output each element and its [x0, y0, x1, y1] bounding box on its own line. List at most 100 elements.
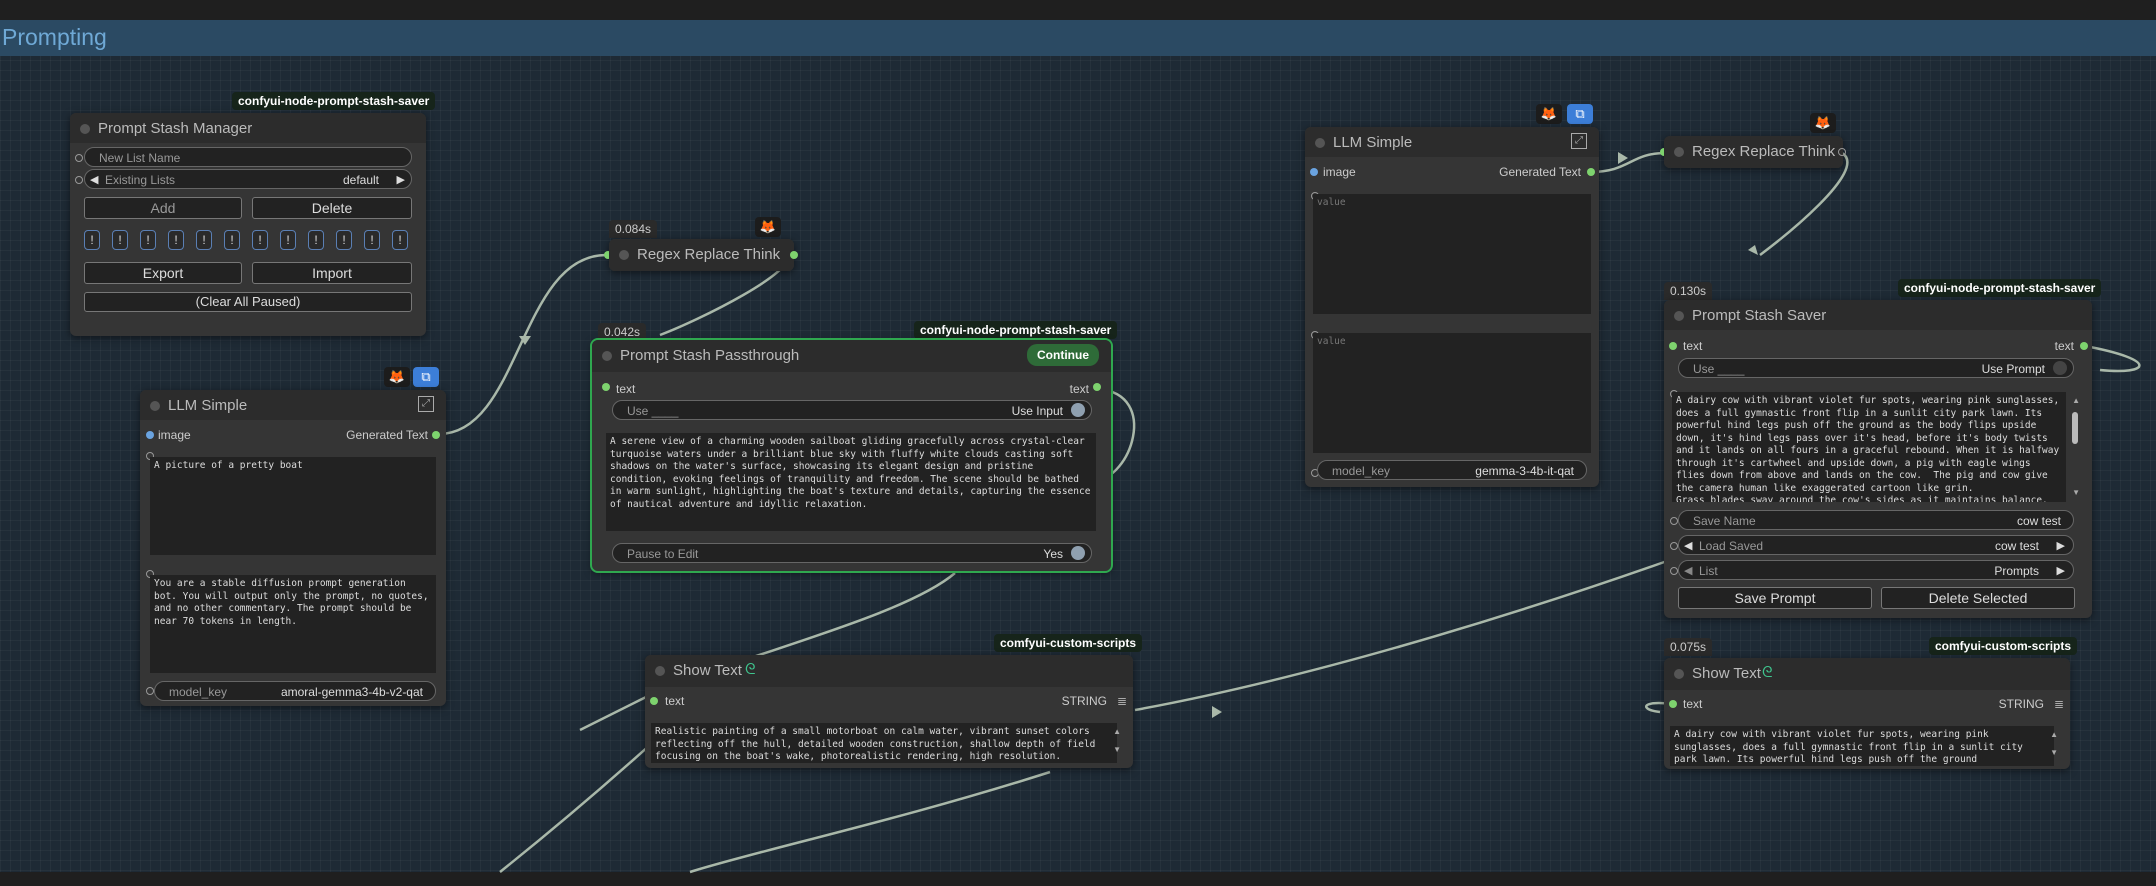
export-button[interactable]: Export: [84, 262, 242, 284]
pause-button[interactable]: !: [280, 230, 296, 250]
expand-icon[interactable]: ⤢: [418, 396, 434, 412]
save-prompt-button[interactable]: Save Prompt: [1678, 587, 1872, 609]
node-title-bar[interactable]: LLM Simple ⤢: [140, 390, 446, 420]
clear-all-paused-button[interactable]: (Clear All Paused): [84, 292, 412, 312]
pause-to-edit-toggle[interactable]: Pause to Edit Yes: [612, 543, 1092, 563]
pause-button[interactable]: !: [168, 230, 184, 250]
list-combo[interactable]: ◀ List Prompts ▶: [1678, 560, 2074, 580]
fox-icon[interactable]: 🦊: [755, 217, 781, 237]
scroll-up-icon[interactable]: ▲: [1113, 727, 1121, 736]
value-textarea-1[interactable]: value: [1313, 194, 1591, 314]
pause-button[interactable]: !: [308, 230, 324, 250]
collapse-dot[interactable]: [150, 401, 160, 411]
node-title-bar[interactable]: Show Text ᘓ: [1664, 658, 2070, 690]
collapse-dot[interactable]: [1674, 311, 1684, 321]
delete-selected-button[interactable]: Delete Selected: [1881, 587, 2075, 609]
node-title-bar[interactable]: Show Text ᘓ: [645, 655, 1133, 687]
group-header[interactable]: Prompting: [0, 20, 2156, 56]
node-title-bar[interactable]: LLM Simple ⤢: [1305, 127, 1599, 157]
toggle-knob[interactable]: [2053, 361, 2067, 375]
pause-button[interactable]: !: [224, 230, 240, 250]
scroll-down-icon[interactable]: ▼: [2072, 488, 2080, 497]
arrow-right-icon[interactable]: ▶: [2057, 536, 2065, 556]
toggle-knob[interactable]: [1071, 403, 1085, 417]
save-name-input[interactable]: Save Name cow test: [1678, 510, 2074, 530]
regex-replace-think-node-right[interactable]: Regex Replace Think: [1660, 136, 1846, 168]
passthrough-textarea[interactable]: A serene view of a charming wooden sailb…: [606, 433, 1096, 531]
text-output-slot[interactable]: [2080, 342, 2088, 350]
collapse-dot[interactable]: [1315, 138, 1325, 148]
pause-button[interactable]: !: [84, 230, 100, 250]
prompt-stash-passthrough-node[interactable]: Prompt Stash Passthrough Continue text t…: [590, 338, 1113, 573]
prompt-stash-manager-node[interactable]: Prompt Stash Manager New List Name ◀ Exi…: [70, 113, 426, 336]
text-input-slot[interactable]: [1669, 342, 1677, 350]
show-text-node-right[interactable]: Show Text ᘓ text STRING ≣ A dairy cow wi…: [1664, 658, 2070, 769]
delete-button[interactable]: Delete: [252, 197, 412, 219]
output-slot[interactable]: [790, 251, 798, 259]
import-button[interactable]: Import: [252, 262, 412, 284]
fox-icon[interactable]: 🦊: [1536, 104, 1562, 124]
pause-button[interactable]: !: [112, 230, 128, 250]
collapse-dot[interactable]: [655, 666, 665, 676]
node-title-bar[interactable]: Prompt Stash Manager: [70, 113, 426, 143]
fox-icon[interactable]: 🦊: [1810, 113, 1836, 133]
system-prompt-textarea[interactable]: You are a stable diffusion prompt genera…: [150, 575, 436, 673]
generated-text-output-slot[interactable]: [1587, 168, 1595, 176]
stash-saver-textarea[interactable]: A dairy cow with vibrant violet fur spot…: [1672, 392, 2066, 502]
collapse-dot[interactable]: [1674, 147, 1684, 157]
pause-button[interactable]: !: [336, 230, 352, 250]
collapse-dot[interactable]: [602, 351, 612, 361]
scrollbar-thumb[interactable]: [2072, 412, 2078, 444]
regex-replace-think-node[interactable]: Regex Replace Think: [604, 239, 798, 271]
use-prompt-toggle[interactable]: Use ____ Use Prompt: [1678, 358, 2074, 378]
prompt-stash-saver-node[interactable]: Prompt Stash Saver text text Use ____ Us…: [1664, 300, 2092, 618]
node-title-bar[interactable]: Prompt Stash Passthrough Continue: [592, 340, 1111, 372]
text-input-slot[interactable]: [602, 383, 610, 391]
arrow-left-icon[interactable]: ◀: [90, 170, 98, 190]
collapse-dot[interactable]: [619, 250, 629, 260]
collapse-dot[interactable]: [1674, 669, 1684, 679]
fox-icon[interactable]: 🦊: [384, 367, 410, 387]
node-title-bar[interactable]: Regex Replace Think: [1664, 136, 1843, 168]
add-button[interactable]: Add: [84, 197, 242, 219]
arrow-right-icon[interactable]: ▶: [2057, 561, 2065, 581]
input-slot[interactable]: [1670, 517, 1678, 525]
llm-simple-node-left[interactable]: LLM Simple ⤢ image Generated Text A pict…: [140, 390, 446, 706]
collapse-dot[interactable]: [80, 124, 90, 134]
arrow-right-icon[interactable]: ▶: [397, 170, 405, 190]
image-input-slot[interactable]: [1310, 168, 1318, 176]
pause-button[interactable]: !: [196, 230, 212, 250]
input-slot[interactable]: [75, 154, 83, 162]
prompt-textarea[interactable]: A picture of a pretty boat: [150, 457, 436, 555]
scroll-up-icon[interactable]: ▲: [2050, 730, 2058, 739]
node-title-bar[interactable]: Regex Replace Think: [609, 239, 794, 271]
text-input-slot[interactable]: [1669, 700, 1677, 708]
node-title-bar[interactable]: Prompt Stash Saver: [1664, 300, 2092, 330]
input-slot[interactable]: [75, 176, 83, 184]
value-textarea-2[interactable]: value: [1313, 333, 1591, 453]
expand-icon[interactable]: ⤢: [1571, 133, 1587, 149]
hierarchy-icon[interactable]: ⧉: [413, 367, 439, 387]
new-list-name-input[interactable]: New List Name: [84, 147, 412, 167]
toggle-knob[interactable]: [1071, 546, 1085, 560]
arrow-left-icon[interactable]: ◀: [1684, 561, 1692, 581]
hierarchy-icon[interactable]: ⧉: [1567, 104, 1593, 124]
output-slot[interactable]: [1838, 148, 1846, 156]
llm-simple-node-right[interactable]: LLM Simple ⤢ image Generated Text value …: [1305, 127, 1599, 487]
arrow-left-icon[interactable]: ◀: [1684, 536, 1692, 556]
input-slot[interactable]: [146, 687, 154, 695]
load-saved-combo[interactable]: ◀ Load Saved cow test ▶: [1678, 535, 2074, 555]
input-slot[interactable]: [1670, 542, 1678, 550]
generated-text-output-slot[interactable]: [432, 431, 440, 439]
scroll-down-icon[interactable]: ▼: [1113, 745, 1121, 754]
image-input-slot[interactable]: [146, 431, 154, 439]
text-output-slot[interactable]: [1093, 383, 1101, 391]
pause-button[interactable]: !: [364, 230, 380, 250]
continue-button[interactable]: Continue: [1027, 344, 1099, 366]
pause-button[interactable]: !: [252, 230, 268, 250]
show-text-node-mid[interactable]: Show Text ᘓ text STRING ≣ Realistic pain…: [645, 655, 1133, 768]
pause-button[interactable]: !: [392, 230, 408, 250]
input-slot[interactable]: [1670, 567, 1678, 575]
model-key-combo[interactable]: model_key amoral-gemma3-4b-v2-qat: [154, 681, 436, 701]
model-key-combo[interactable]: model_key gemma-3-4b-it-qat: [1317, 460, 1587, 480]
